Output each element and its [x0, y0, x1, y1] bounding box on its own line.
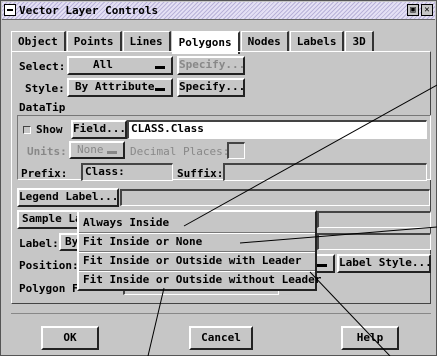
position-options-menu: Always Inside Fit Inside or None Fit Ins…	[77, 210, 321, 291]
show-label: Show	[36, 123, 63, 136]
suffix-label: Suffix:	[177, 167, 224, 180]
polygon-fill-label: Polygon F	[19, 282, 79, 295]
tab-labels[interactable]: Labels	[289, 31, 345, 51]
tab-bar: Object Points Lines Polygons Nodes Label…	[11, 31, 375, 54]
option-menu-icon	[155, 66, 165, 69]
menu-item-fit-inside-outside-with-leader[interactable]: Fit Inside or Outside with Leader	[83, 252, 302, 270]
select-label: Select:	[19, 60, 66, 73]
legend-label-button[interactable]: Legend Label...	[17, 188, 119, 207]
units-label: Units:	[27, 145, 67, 158]
select-value: All	[93, 58, 113, 71]
title-bar[interactable]: Vector Layer Controls ▣ ✕	[2, 2, 435, 20]
window-menu-icon[interactable]	[4, 4, 16, 16]
tab-nodes[interactable]: Nodes	[240, 31, 289, 51]
decimal-places-field[interactable]	[227, 142, 245, 159]
decimal-places-label: Decimal Places:	[130, 145, 230, 158]
sample-label-field[interactable]	[317, 211, 431, 228]
field-value[interactable]: CLASS.Class	[127, 120, 427, 139]
select-menu[interactable]: All	[67, 56, 173, 75]
datatip-heading: DataTip	[19, 101, 66, 114]
menu-item-always-inside[interactable]: Always Inside	[83, 214, 169, 232]
option-menu-icon	[155, 88, 165, 91]
option-menu-icon	[317, 264, 327, 267]
minimize-icon[interactable]: ▣	[407, 4, 419, 16]
style-specify-button[interactable]: Specify...	[177, 78, 245, 97]
legend-label-field[interactable]	[120, 189, 430, 206]
units-menu[interactable]: None	[69, 141, 125, 159]
tab-points[interactable]: Points	[66, 31, 122, 51]
suffix-field[interactable]	[223, 163, 427, 181]
sample-label-button[interactable]: Sample La	[17, 210, 82, 229]
cancel-button[interactable]: Cancel	[189, 326, 253, 350]
vector-layer-controls-window: Vector Layer Controls ▣ ✕ Object Points …	[0, 0, 437, 356]
option-menu-icon	[107, 151, 117, 154]
menu-item-fit-inside-outside-without-leader[interactable]: Fit Inside or Outside without Leader	[83, 271, 321, 289]
style-label: Style:	[25, 82, 65, 95]
tab-lines[interactable]: Lines	[122, 31, 171, 51]
label-mode-label: Label:	[19, 237, 59, 250]
units-value: None	[77, 143, 104, 156]
label-mode-field[interactable]	[317, 233, 431, 250]
style-menu[interactable]: By Attribute	[67, 78, 173, 97]
help-button[interactable]: Help	[341, 326, 399, 350]
tab-3d[interactable]: 3D	[345, 31, 374, 51]
menu-item-fit-inside-or-none[interactable]: Fit Inside or None	[83, 233, 202, 251]
prefix-field[interactable]: Class:	[81, 163, 173, 181]
select-specify-button[interactable]: Specify...	[177, 56, 245, 75]
tab-object[interactable]: Object	[11, 31, 66, 51]
style-value: By Attribute	[75, 80, 155, 93]
window-title: Vector Layer Controls	[19, 4, 159, 17]
prefix-label: Prefix:	[21, 167, 68, 180]
ok-button[interactable]: OK	[41, 326, 99, 350]
close-icon[interactable]: ✕	[421, 4, 433, 16]
field-button[interactable]: Field...	[71, 120, 127, 139]
show-checkbox[interactable]	[23, 126, 31, 134]
position-label: Position:	[19, 259, 79, 272]
label-style-button[interactable]: Label Style...	[337, 254, 432, 273]
